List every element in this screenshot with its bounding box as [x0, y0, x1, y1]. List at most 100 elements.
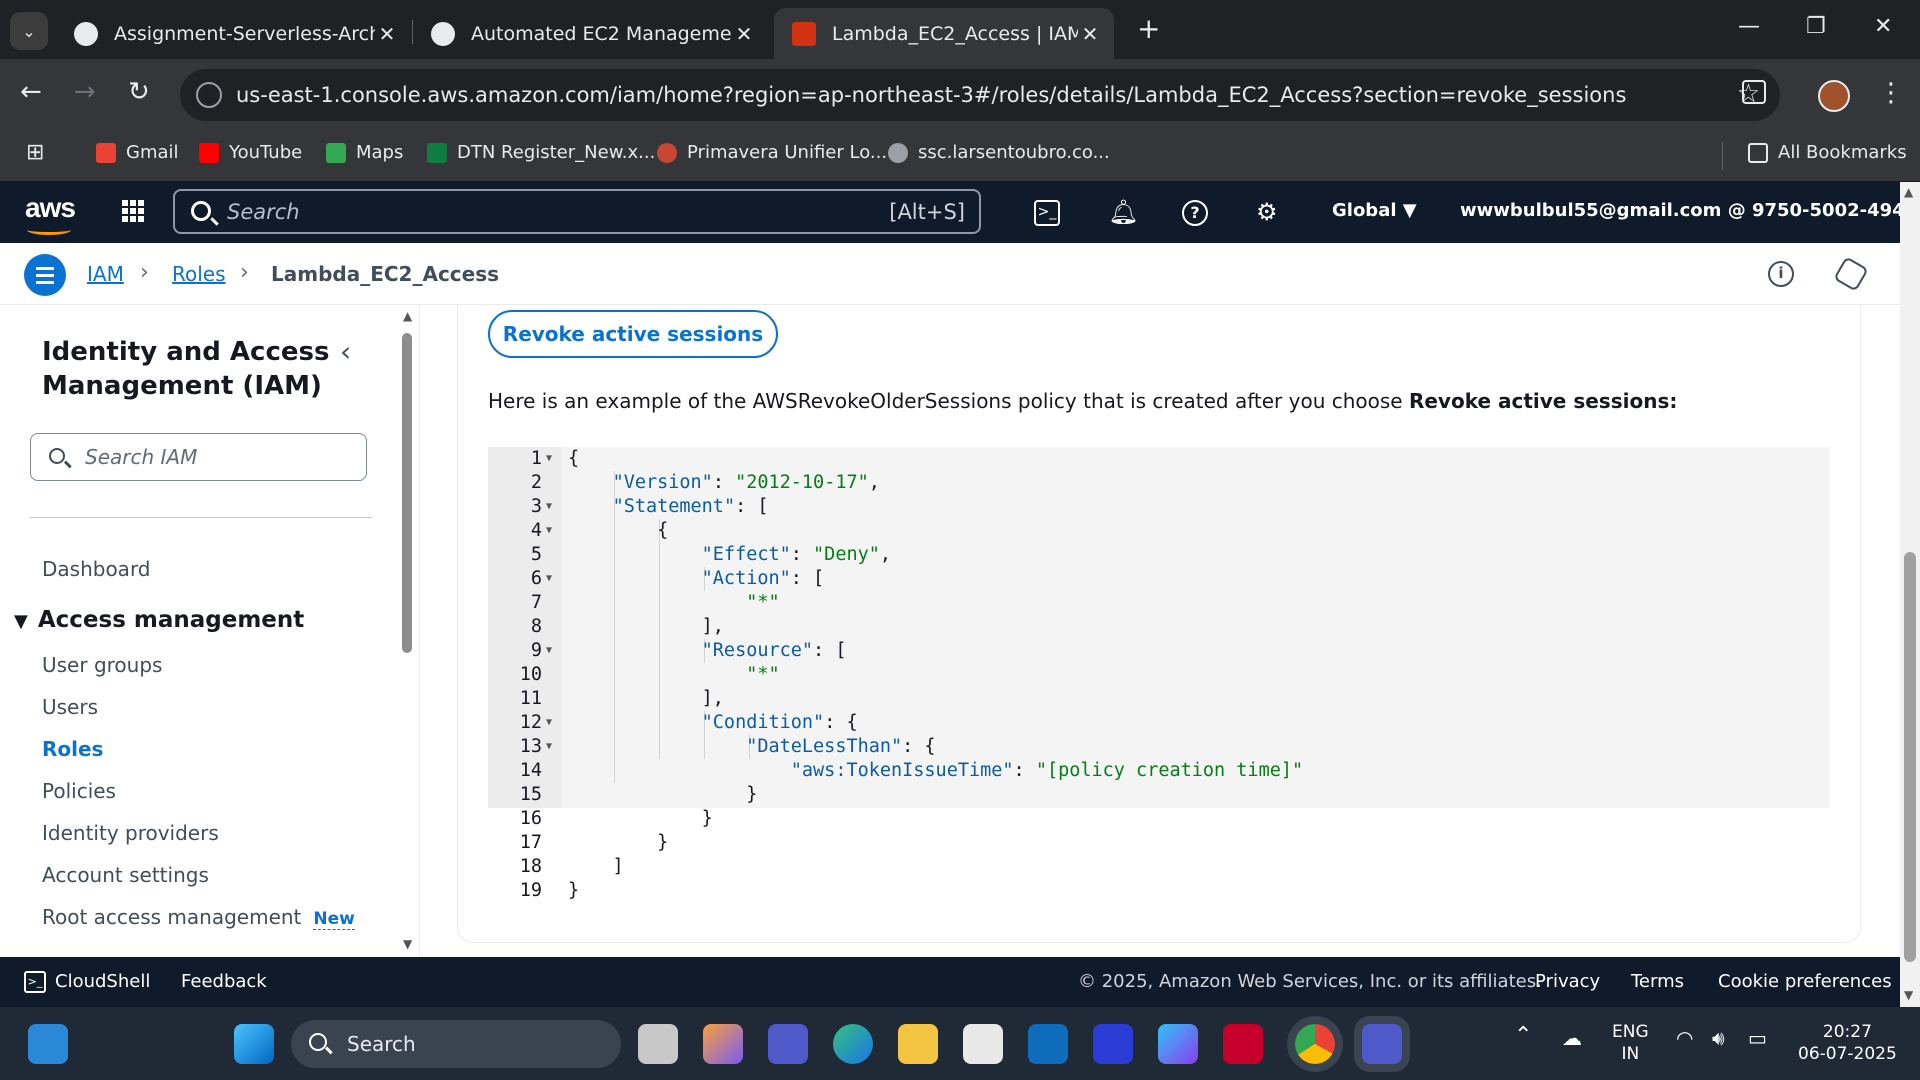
- help-icon[interactable]: ?: [1182, 200, 1208, 226]
- file-explorer-icon[interactable]: [898, 1024, 938, 1064]
- copilot-icon[interactable]: [703, 1024, 743, 1064]
- taskbar-search[interactable]: Search: [291, 1020, 621, 1068]
- tab-github[interactable]: Assignment-Serverless-Architec ✕: [56, 8, 411, 59]
- side-nav-toggle-icon[interactable]: [24, 254, 66, 296]
- terms-link[interactable]: Terms: [1631, 971, 1684, 992]
- close-tab-icon[interactable]: ✕: [1078, 22, 1102, 46]
- battery-icon[interactable]: ▭: [1748, 1027, 1767, 1049]
- bookmark-ssc[interactable]: ssc.larsentoubro.co...: [888, 142, 1110, 163]
- solidworks-icon[interactable]: [1223, 1024, 1263, 1064]
- windows-start-icon[interactable]: [234, 1024, 274, 1064]
- clock[interactable]: 20:27 06-07-2025: [1798, 1021, 1897, 1065]
- scroll-up-icon[interactable]: ▲: [1904, 185, 1913, 199]
- code-text: "*": [746, 664, 780, 685]
- notifications-panel-icon[interactable]: [1833, 256, 1869, 292]
- browser-menu-icon[interactable]: ⋮: [1878, 78, 1904, 108]
- restore-icon[interactable]: ❐: [1806, 14, 1826, 39]
- teams-icon[interactable]: [768, 1024, 808, 1064]
- policy-code-editor[interactable]: 1 ▼{2 "Version": "2012-10-17", 3 ▼ "Stateme…: [488, 447, 1830, 901]
- scroll-down-icon[interactable]: ▼: [403, 937, 412, 951]
- task-view-icon[interactable]: [638, 1024, 678, 1064]
- revoke-active-sessions-button[interactable]: Revoke active sessions: [488, 310, 778, 358]
- tab-automated-ec2[interactable]: Automated EC2 Management L ✕: [413, 8, 768, 59]
- fold-caret-icon[interactable]: ▼: [546, 639, 552, 663]
- sidebar-item-identity-providers[interactable]: Identity providers: [42, 821, 219, 845]
- outlook-icon[interactable]: [1028, 1024, 1068, 1064]
- fold-caret-icon[interactable]: ▼: [546, 519, 552, 543]
- privacy-link[interactable]: Privacy: [1535, 971, 1600, 992]
- sidebar-item-roles[interactable]: Roles: [42, 737, 103, 761]
- notifications-bell-icon[interactable]: 🔔︎: [1108, 198, 1138, 226]
- extensions-icon[interactable]: [1742, 80, 1766, 104]
- bookmark-dtn-register[interactable]: DTN Register_New.x...: [427, 142, 655, 163]
- forward-icon[interactable]: →: [74, 77, 96, 107]
- page-scrollbar[interactable]: ▲ ▼: [1900, 182, 1920, 1007]
- site-info-icon[interactable]: [196, 82, 222, 108]
- close-tab-icon[interactable]: ✕: [732, 22, 756, 46]
- teams-work-icon[interactable]: [1362, 1024, 1402, 1064]
- account-menu[interactable]: wwwbulbul55@gmail.com @ 9750-5002-4946 ▼: [1460, 200, 1920, 221]
- show-hidden-icons-icon[interactable]: ⌃: [1514, 1025, 1532, 1047]
- breadcrumb-iam[interactable]: IAM: [87, 262, 124, 286]
- sidebar-item-dashboard[interactable]: Dashboard: [42, 557, 151, 581]
- cloudshell-link[interactable]: CloudShell: [55, 971, 150, 992]
- search-shortcut: [Alt+S]: [889, 200, 965, 224]
- settings-gear-icon[interactable]: ⚙: [1256, 198, 1278, 226]
- cloudshell-icon[interactable]: >_: [1034, 200, 1060, 226]
- bookmark-youtube[interactable]: YouTube: [199, 142, 302, 163]
- cloudshell-icon[interactable]: >_: [24, 971, 46, 993]
- aws-search-input[interactable]: Search [Alt+S]: [173, 189, 981, 234]
- back-icon[interactable]: ←: [20, 77, 42, 107]
- bookmark-gmail[interactable]: Gmail: [96, 142, 179, 163]
- address-bar[interactable]: us-east-1.console.aws.amazon.com/iam/hom…: [180, 69, 1780, 121]
- info-icon[interactable]: i: [1768, 261, 1794, 287]
- volume-icon[interactable]: 🔊︎: [1712, 1027, 1725, 1049]
- code-text: "Action": [: [701, 568, 825, 589]
- autodesk-icon[interactable]: [1093, 1024, 1133, 1064]
- bookmark-primavera[interactable]: Primavera Unifier Lo...: [657, 142, 887, 163]
- close-window-icon[interactable]: ✕: [1874, 14, 1892, 39]
- sidebar-section-access-management[interactable]: ▼ Access management: [14, 607, 304, 633]
- fold-caret-icon[interactable]: ▼: [546, 447, 552, 471]
- language-indicator[interactable]: ENG IN: [1612, 1021, 1649, 1065]
- m365-icon[interactable]: [1158, 1024, 1198, 1064]
- breadcrumb-roles[interactable]: Roles: [172, 262, 226, 286]
- fold-caret-icon[interactable]: ▼: [546, 567, 552, 591]
- cookie-preferences-link[interactable]: Cookie preferences: [1718, 971, 1892, 992]
- fold-caret-icon[interactable]: ▼: [546, 495, 552, 519]
- tab-search-icon[interactable]: ⌄: [10, 12, 48, 50]
- sidebar-item-policies[interactable]: Policies: [42, 779, 116, 803]
- scroll-up-icon[interactable]: ▲: [403, 309, 412, 323]
- fold-caret-icon[interactable]: ▼: [546, 735, 552, 759]
- all-bookmarks[interactable]: All Bookmarks: [1748, 142, 1907, 163]
- collapse-sidebar-icon[interactable]: ‹: [340, 335, 351, 368]
- edge-icon[interactable]: [833, 1024, 873, 1064]
- page-scroll-thumb[interactable]: [1904, 552, 1916, 962]
- feedback-link[interactable]: Feedback: [181, 971, 267, 992]
- close-tab-icon[interactable]: ✕: [375, 22, 399, 46]
- chrome-icon[interactable]: [1295, 1024, 1335, 1064]
- wifi-icon[interactable]: ◠: [1676, 1027, 1693, 1049]
- aws-logo[interactable]: aws: [25, 192, 76, 235]
- sidebar-item-account-settings[interactable]: Account settings: [42, 863, 209, 887]
- search-iam-input[interactable]: Search IAM: [30, 433, 367, 481]
- sidebar-item-user-groups[interactable]: User groups: [42, 653, 162, 677]
- scroll-down-icon[interactable]: ▼: [1904, 988, 1913, 1002]
- services-grid-icon[interactable]: [122, 200, 148, 226]
- widgets-icon[interactable]: [28, 1024, 68, 1064]
- onedrive-icon[interactable]: ☁: [1562, 1027, 1582, 1049]
- fold-caret-icon[interactable]: ▼: [546, 711, 552, 735]
- tab-lambda-iam[interactable]: Lambda_EC2_Access | IAM | Glo ✕: [774, 8, 1114, 59]
- bookmark-maps[interactable]: Maps: [326, 142, 403, 163]
- apps-grid-icon[interactable]: ⊞: [26, 140, 44, 165]
- profile-avatar[interactable]: [1818, 80, 1850, 112]
- region-selector[interactable]: Global ▼: [1332, 200, 1417, 221]
- minimize-icon[interactable]: —: [1738, 14, 1760, 39]
- reload-icon[interactable]: ↻: [128, 77, 150, 107]
- sidebar-scroll-thumb[interactable]: [402, 333, 412, 653]
- new-tab-icon[interactable]: +: [1137, 12, 1160, 45]
- sidebar-item-root-access-management[interactable]: Root access management New: [42, 905, 355, 930]
- browser-tabstrip: ⌄ Assignment-Serverless-Architec ✕ Autom…: [0, 0, 1920, 59]
- sidebar-item-users[interactable]: Users: [42, 695, 98, 719]
- microsoft-store-icon[interactable]: [963, 1024, 1003, 1064]
